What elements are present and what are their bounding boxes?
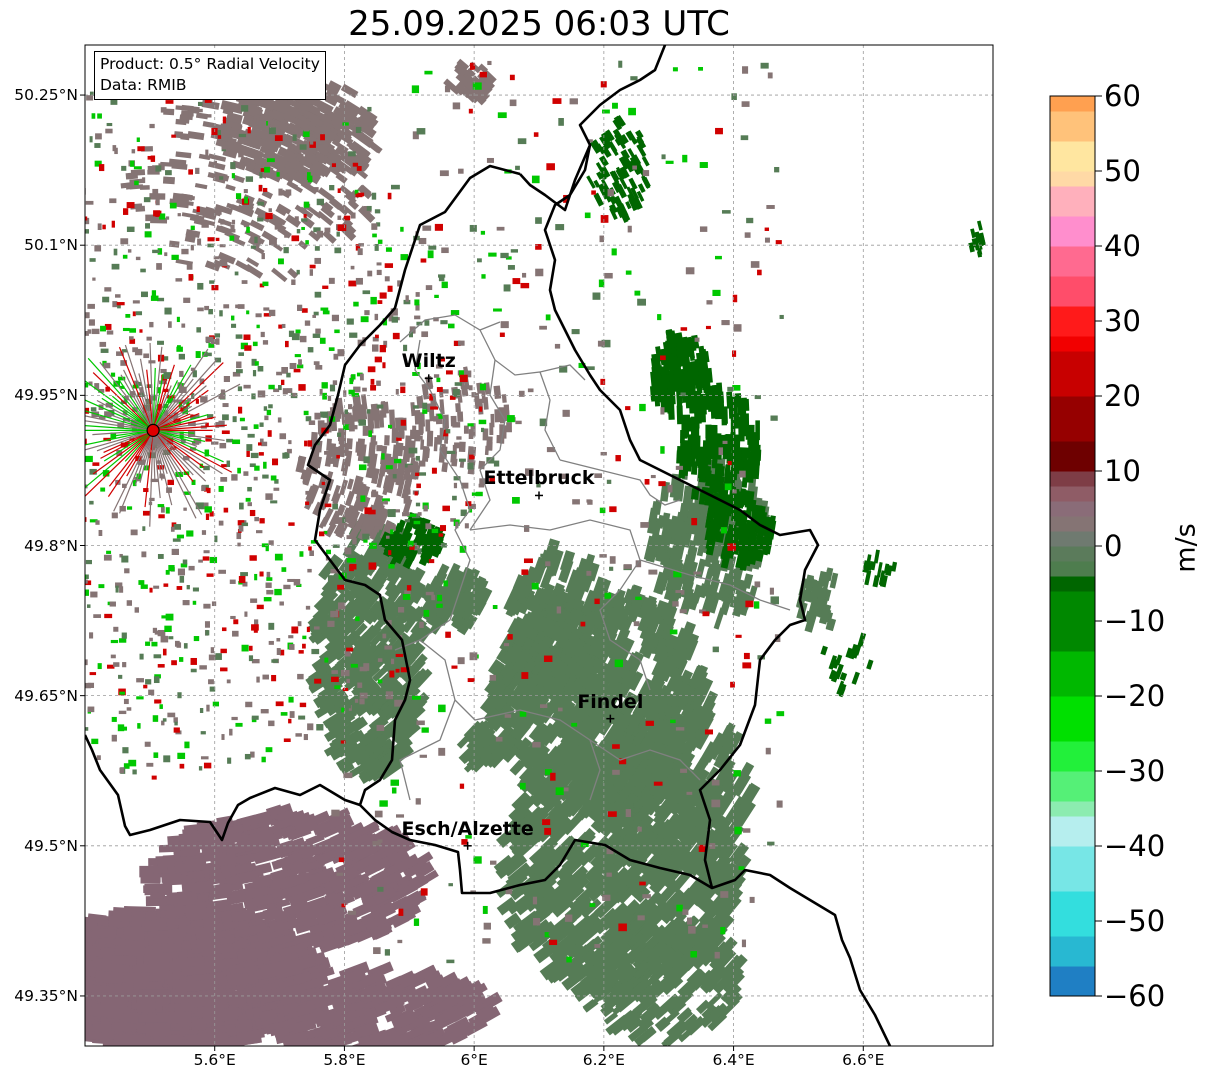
- lon-tick-label: 6°E: [460, 1051, 488, 1069]
- colorbar-tick-label: 20: [1104, 379, 1141, 413]
- info-data-source: Data: RMIB: [100, 76, 187, 94]
- colorbar-unit-label: m/s: [1170, 523, 1202, 573]
- colorbar: [1049, 95, 1102, 997]
- city-label: Wiltz: [401, 350, 456, 373]
- colorbar-tick-marks: [1095, 95, 1102, 997]
- map-title: 25.09.2025 06:03 UTC: [348, 4, 730, 44]
- colorbar-tick-label: −10: [1104, 604, 1166, 638]
- colorbar-tick-label: −60: [1104, 979, 1166, 1013]
- colorbar-tick-label: −50: [1104, 904, 1166, 938]
- colorbar-tick-label: 60: [1104, 79, 1141, 113]
- lon-tick-label: 6.6°E: [842, 1051, 885, 1069]
- lon-tick-label: 6.4°E: [712, 1051, 755, 1069]
- city-label: Esch/Alzette: [401, 817, 534, 840]
- city-label: Ettelbruck: [483, 467, 595, 490]
- lat-tick-label: 49.8°N: [24, 536, 78, 555]
- colorbar-tick-label: 30: [1104, 304, 1141, 338]
- colorbar-tick-label: 40: [1104, 229, 1141, 263]
- city-label: Findel: [577, 690, 644, 713]
- lat-tick-label: 49.5°N: [24, 836, 78, 855]
- colorbar-tick-label: −40: [1104, 829, 1166, 863]
- lon-tick-label: 5.8°E: [323, 1051, 366, 1069]
- lon-tick-label: 6.2°E: [582, 1051, 625, 1069]
- lon-tick-label: 5.6°E: [193, 1051, 236, 1069]
- colorbar-tick-label: 0: [1104, 529, 1123, 563]
- colorbar-stops: [1050, 96, 1095, 997]
- colorbar-tick-label: 50: [1104, 154, 1141, 188]
- info-box: Product: 0.5° Radial Velocity Data: RMIB: [94, 51, 326, 100]
- info-product: Product: 0.5° Radial Velocity: [100, 55, 320, 73]
- lat-tick-label: 49.35°N: [14, 986, 78, 1005]
- lat-tick-label: 49.95°N: [14, 386, 78, 405]
- colorbar-tick-label: 10: [1104, 454, 1141, 488]
- lat-tick-label: 50.25°N: [14, 86, 78, 105]
- lat-tick-label: 49.65°N: [14, 686, 78, 705]
- colorbar-tick-label: −20: [1104, 679, 1166, 713]
- lat-tick-label: 50.1°N: [24, 236, 78, 255]
- colorbar-tick-label: −30: [1104, 754, 1166, 788]
